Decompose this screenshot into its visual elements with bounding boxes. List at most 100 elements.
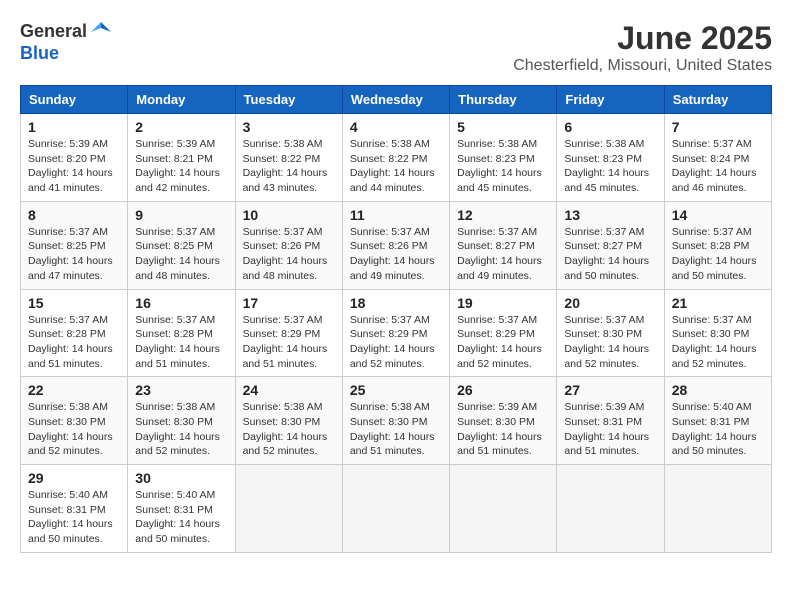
day-info: Sunrise: 5:39 AM Sunset: 8:21 PM Dayligh… <box>135 137 227 196</box>
day-number: 8 <box>28 207 120 223</box>
day-number: 2 <box>135 119 227 135</box>
calendar-day-cell: 9 Sunrise: 5:37 AM Sunset: 8:25 PM Dayli… <box>128 201 235 289</box>
calendar-day-cell: 25 Sunrise: 5:38 AM Sunset: 8:30 PM Dayl… <box>342 377 449 465</box>
calendar-day-cell: 20 Sunrise: 5:37 AM Sunset: 8:30 PM Dayl… <box>557 289 664 377</box>
calendar-day-cell: 17 Sunrise: 5:37 AM Sunset: 8:29 PM Dayl… <box>235 289 342 377</box>
day-number: 7 <box>672 119 764 135</box>
calendar-day-cell <box>557 465 664 553</box>
logo-general: General <box>20 22 87 42</box>
calendar-day-cell: 22 Sunrise: 5:38 AM Sunset: 8:30 PM Dayl… <box>21 377 128 465</box>
day-number: 22 <box>28 382 120 398</box>
calendar-day-cell: 16 Sunrise: 5:37 AM Sunset: 8:28 PM Dayl… <box>128 289 235 377</box>
calendar-day-cell: 19 Sunrise: 5:37 AM Sunset: 8:29 PM Dayl… <box>450 289 557 377</box>
day-info: Sunrise: 5:38 AM Sunset: 8:23 PM Dayligh… <box>564 137 656 196</box>
calendar-day-cell: 3 Sunrise: 5:38 AM Sunset: 8:22 PM Dayli… <box>235 114 342 202</box>
calendar-day-cell: 1 Sunrise: 5:39 AM Sunset: 8:20 PM Dayli… <box>21 114 128 202</box>
day-number: 27 <box>564 382 656 398</box>
day-number: 4 <box>350 119 442 135</box>
day-info: Sunrise: 5:40 AM Sunset: 8:31 PM Dayligh… <box>672 400 764 459</box>
calendar-day-cell: 5 Sunrise: 5:38 AM Sunset: 8:23 PM Dayli… <box>450 114 557 202</box>
day-info: Sunrise: 5:37 AM Sunset: 8:26 PM Dayligh… <box>243 225 335 284</box>
calendar-day-cell: 27 Sunrise: 5:39 AM Sunset: 8:31 PM Dayl… <box>557 377 664 465</box>
day-info: Sunrise: 5:37 AM Sunset: 8:30 PM Dayligh… <box>564 313 656 372</box>
day-info: Sunrise: 5:37 AM Sunset: 8:27 PM Dayligh… <box>564 225 656 284</box>
day-info: Sunrise: 5:37 AM Sunset: 8:29 PM Dayligh… <box>243 313 335 372</box>
logo-blue: Blue <box>20 43 59 63</box>
day-info: Sunrise: 5:37 AM Sunset: 8:29 PM Dayligh… <box>457 313 549 372</box>
calendar-week-row: 1 Sunrise: 5:39 AM Sunset: 8:20 PM Dayli… <box>21 114 772 202</box>
day-info: Sunrise: 5:37 AM Sunset: 8:24 PM Dayligh… <box>672 137 764 196</box>
day-number: 1 <box>28 119 120 135</box>
day-info: Sunrise: 5:37 AM Sunset: 8:27 PM Dayligh… <box>457 225 549 284</box>
calendar-day-cell <box>342 465 449 553</box>
calendar-day-cell: 28 Sunrise: 5:40 AM Sunset: 8:31 PM Dayl… <box>664 377 771 465</box>
calendar-day-cell: 24 Sunrise: 5:38 AM Sunset: 8:30 PM Dayl… <box>235 377 342 465</box>
calendar-week-row: 29 Sunrise: 5:40 AM Sunset: 8:31 PM Dayl… <box>21 465 772 553</box>
calendar-day-cell <box>664 465 771 553</box>
day-info: Sunrise: 5:37 AM Sunset: 8:30 PM Dayligh… <box>672 313 764 372</box>
day-of-week-header: Saturday <box>664 86 771 114</box>
day-number: 3 <box>243 119 335 135</box>
day-info: Sunrise: 5:37 AM Sunset: 8:29 PM Dayligh… <box>350 313 442 372</box>
calendar-day-cell: 15 Sunrise: 5:37 AM Sunset: 8:28 PM Dayl… <box>21 289 128 377</box>
day-number: 29 <box>28 470 120 486</box>
day-number: 13 <box>564 207 656 223</box>
day-info: Sunrise: 5:38 AM Sunset: 8:30 PM Dayligh… <box>350 400 442 459</box>
day-of-week-header: Wednesday <box>342 86 449 114</box>
day-info: Sunrise: 5:38 AM Sunset: 8:23 PM Dayligh… <box>457 137 549 196</box>
calendar-day-cell: 2 Sunrise: 5:39 AM Sunset: 8:21 PM Dayli… <box>128 114 235 202</box>
day-info: Sunrise: 5:38 AM Sunset: 8:30 PM Dayligh… <box>135 400 227 459</box>
calendar-table: SundayMondayTuesdayWednesdayThursdayFrid… <box>20 85 772 553</box>
day-info: Sunrise: 5:37 AM Sunset: 8:28 PM Dayligh… <box>135 313 227 372</box>
calendar-day-cell: 29 Sunrise: 5:40 AM Sunset: 8:31 PM Dayl… <box>21 465 128 553</box>
logo-icon <box>89 20 113 44</box>
calendar-day-cell: 4 Sunrise: 5:38 AM Sunset: 8:22 PM Dayli… <box>342 114 449 202</box>
day-number: 16 <box>135 295 227 311</box>
month-title: June 2025 <box>513 20 772 57</box>
day-info: Sunrise: 5:37 AM Sunset: 8:25 PM Dayligh… <box>135 225 227 284</box>
day-number: 5 <box>457 119 549 135</box>
calendar-day-cell: 18 Sunrise: 5:37 AM Sunset: 8:29 PM Dayl… <box>342 289 449 377</box>
day-number: 17 <box>243 295 335 311</box>
day-number: 14 <box>672 207 764 223</box>
day-number: 23 <box>135 382 227 398</box>
calendar-day-cell: 6 Sunrise: 5:38 AM Sunset: 8:23 PM Dayli… <box>557 114 664 202</box>
day-of-week-header: Friday <box>557 86 664 114</box>
calendar-day-cell: 21 Sunrise: 5:37 AM Sunset: 8:30 PM Dayl… <box>664 289 771 377</box>
day-number: 24 <box>243 382 335 398</box>
day-number: 6 <box>564 119 656 135</box>
day-number: 25 <box>350 382 442 398</box>
calendar-week-row: 8 Sunrise: 5:37 AM Sunset: 8:25 PM Dayli… <box>21 201 772 289</box>
day-of-week-header: Monday <box>128 86 235 114</box>
day-number: 9 <box>135 207 227 223</box>
day-info: Sunrise: 5:37 AM Sunset: 8:28 PM Dayligh… <box>672 225 764 284</box>
calendar-week-row: 22 Sunrise: 5:38 AM Sunset: 8:30 PM Dayl… <box>21 377 772 465</box>
day-info: Sunrise: 5:37 AM Sunset: 8:26 PM Dayligh… <box>350 225 442 284</box>
logo: General Blue <box>20 20 113 64</box>
calendar-day-cell: 30 Sunrise: 5:40 AM Sunset: 8:31 PM Dayl… <box>128 465 235 553</box>
calendar-day-cell <box>450 465 557 553</box>
day-number: 18 <box>350 295 442 311</box>
day-info: Sunrise: 5:38 AM Sunset: 8:22 PM Dayligh… <box>243 137 335 196</box>
day-number: 20 <box>564 295 656 311</box>
day-number: 28 <box>672 382 764 398</box>
calendar-day-cell: 14 Sunrise: 5:37 AM Sunset: 8:28 PM Dayl… <box>664 201 771 289</box>
day-number: 11 <box>350 207 442 223</box>
day-number: 30 <box>135 470 227 486</box>
day-number: 19 <box>457 295 549 311</box>
calendar-day-cell: 7 Sunrise: 5:37 AM Sunset: 8:24 PM Dayli… <box>664 114 771 202</box>
day-info: Sunrise: 5:38 AM Sunset: 8:30 PM Dayligh… <box>28 400 120 459</box>
day-number: 12 <box>457 207 549 223</box>
day-info: Sunrise: 5:39 AM Sunset: 8:20 PM Dayligh… <box>28 137 120 196</box>
day-info: Sunrise: 5:38 AM Sunset: 8:22 PM Dayligh… <box>350 137 442 196</box>
calendar-day-cell: 12 Sunrise: 5:37 AM Sunset: 8:27 PM Dayl… <box>450 201 557 289</box>
location-title: Chesterfield, Missouri, United States <box>513 57 772 75</box>
day-of-week-header: Thursday <box>450 86 557 114</box>
day-number: 15 <box>28 295 120 311</box>
day-info: Sunrise: 5:37 AM Sunset: 8:28 PM Dayligh… <box>28 313 120 372</box>
calendar-day-cell: 8 Sunrise: 5:37 AM Sunset: 8:25 PM Dayli… <box>21 201 128 289</box>
calendar-day-cell: 23 Sunrise: 5:38 AM Sunset: 8:30 PM Dayl… <box>128 377 235 465</box>
calendar-day-cell: 26 Sunrise: 5:39 AM Sunset: 8:30 PM Dayl… <box>450 377 557 465</box>
calendar-day-cell: 13 Sunrise: 5:37 AM Sunset: 8:27 PM Dayl… <box>557 201 664 289</box>
calendar-day-cell <box>235 465 342 553</box>
